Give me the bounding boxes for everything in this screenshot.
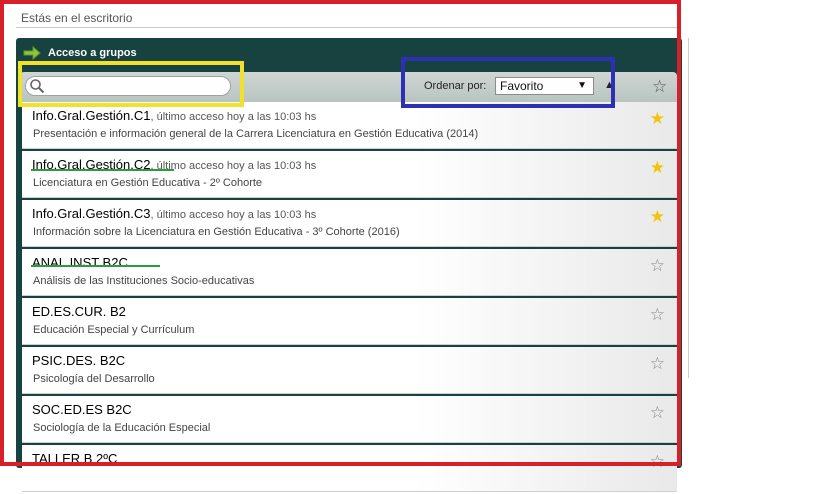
star-outline-icon[interactable]: ☆ (650, 453, 665, 470)
star-filled-icon[interactable]: ★ (650, 208, 665, 225)
list-item[interactable]: PSIC.DES. B2C Psicología del Desarrollo … (22, 347, 677, 394)
course-code[interactable]: ED.ES.CUR. B2 (32, 304, 126, 319)
star-filled-icon[interactable]: ★ (650, 159, 665, 176)
course-last-access: , último acceso hoy a las 10:03 hs (150, 111, 317, 123)
star-outline-icon[interactable]: ☆ (650, 306, 665, 323)
course-title[interactable]: Info.Gral.Gestión.C3, último acceso hoy … (32, 206, 316, 221)
star-outline-icon[interactable]: ☆ (652, 78, 667, 95)
list-item[interactable]: ANAL.INST B2C Análisis de las Institucio… (22, 249, 677, 296)
page-edge (688, 38, 689, 378)
list-item[interactable]: Info.Gral.Gestión.C2, último acceso hoy … (22, 151, 677, 198)
sort-select-value: Favorito (500, 79, 544, 93)
course-last-access: , último acceso hoy a las 10:03 hs (150, 160, 317, 172)
course-title[interactable]: PSIC.DES. B2C (32, 353, 125, 368)
list-item[interactable]: SOC.ED.ES B2C Sociología de la Educación… (22, 396, 677, 443)
arrow-right-icon (23, 45, 41, 61)
groups-panel-header[interactable]: Acceso a grupos (22, 44, 137, 62)
course-title[interactable]: TALLER B 2ºC (32, 451, 117, 466)
star-outline-icon[interactable]: ☆ (650, 257, 665, 274)
course-description: Análisis de las Instituciones Socio-educ… (33, 275, 255, 287)
course-title[interactable]: SOC.ED.ES B2C (32, 402, 132, 417)
search-input[interactable] (45, 79, 219, 93)
course-last-access: , último acceso hoy a las 10:03 hs (150, 209, 317, 221)
groups-panel-title: Acceso a grupos (48, 47, 137, 59)
course-code[interactable]: ANAL.INST B2C (32, 255, 128, 270)
green-annotation-underline (31, 265, 160, 267)
course-title[interactable]: ED.ES.CUR. B2 (32, 304, 126, 319)
course-code[interactable]: Info.Gral.Gestión.C3 (32, 206, 151, 221)
course-description: Licenciatura en Gestión Educativa - 2º C… (33, 177, 263, 189)
star-outline-icon[interactable]: ☆ (650, 355, 665, 372)
course-title[interactable]: Info.Gral.Gestión.C1, último acceso hoy … (32, 108, 316, 123)
breadcrumb: Estás en el escritorio (21, 11, 133, 25)
course-code[interactable]: PSIC.DES. B2C (32, 353, 125, 368)
search-icon (30, 79, 45, 94)
sort-up-icon[interactable]: ▲ (604, 79, 615, 91)
course-description: Presentación e información general de la… (33, 128, 479, 140)
star-outline-icon[interactable]: ☆ (650, 404, 665, 421)
list-item[interactable]: Info.Gral.Gestión.C1, último acceso hoy … (22, 102, 677, 149)
star-filled-icon[interactable]: ★ (650, 110, 665, 127)
list-item[interactable]: ED.ES.CUR. B2 Educación Especial y Currí… (22, 298, 677, 345)
list-item[interactable]: TALLER B 2ºC ☆ (22, 445, 677, 492)
course-title[interactable]: ANAL.INST B2C (32, 255, 128, 270)
green-annotation-underline (31, 169, 174, 171)
course-code[interactable]: TALLER B 2ºC (32, 451, 117, 466)
search-field[interactable] (25, 76, 231, 96)
list-item[interactable]: Info.Gral.Gestión.C3, último acceso hoy … (22, 200, 677, 247)
course-description: Educación Especial y Currículum (33, 324, 195, 336)
course-description: Psicología del Desarrollo (33, 373, 155, 385)
chevron-down-icon: ▼ (577, 80, 587, 91)
course-description: Información sobre la Licenciatura en Ges… (33, 226, 400, 238)
course-code[interactable]: SOC.ED.ES B2C (32, 402, 132, 417)
course-code[interactable]: Info.Gral.Gestión.C1 (32, 108, 151, 123)
course-description: Sociología de la Educación Especial (33, 422, 211, 434)
course-list: Info.Gral.Gestión.C1, último acceso hoy … (22, 102, 677, 494)
divider (16, 27, 678, 28)
sort-select[interactable]: Favorito ▼ (495, 77, 594, 95)
sort-label: Ordenar por: (424, 80, 487, 92)
